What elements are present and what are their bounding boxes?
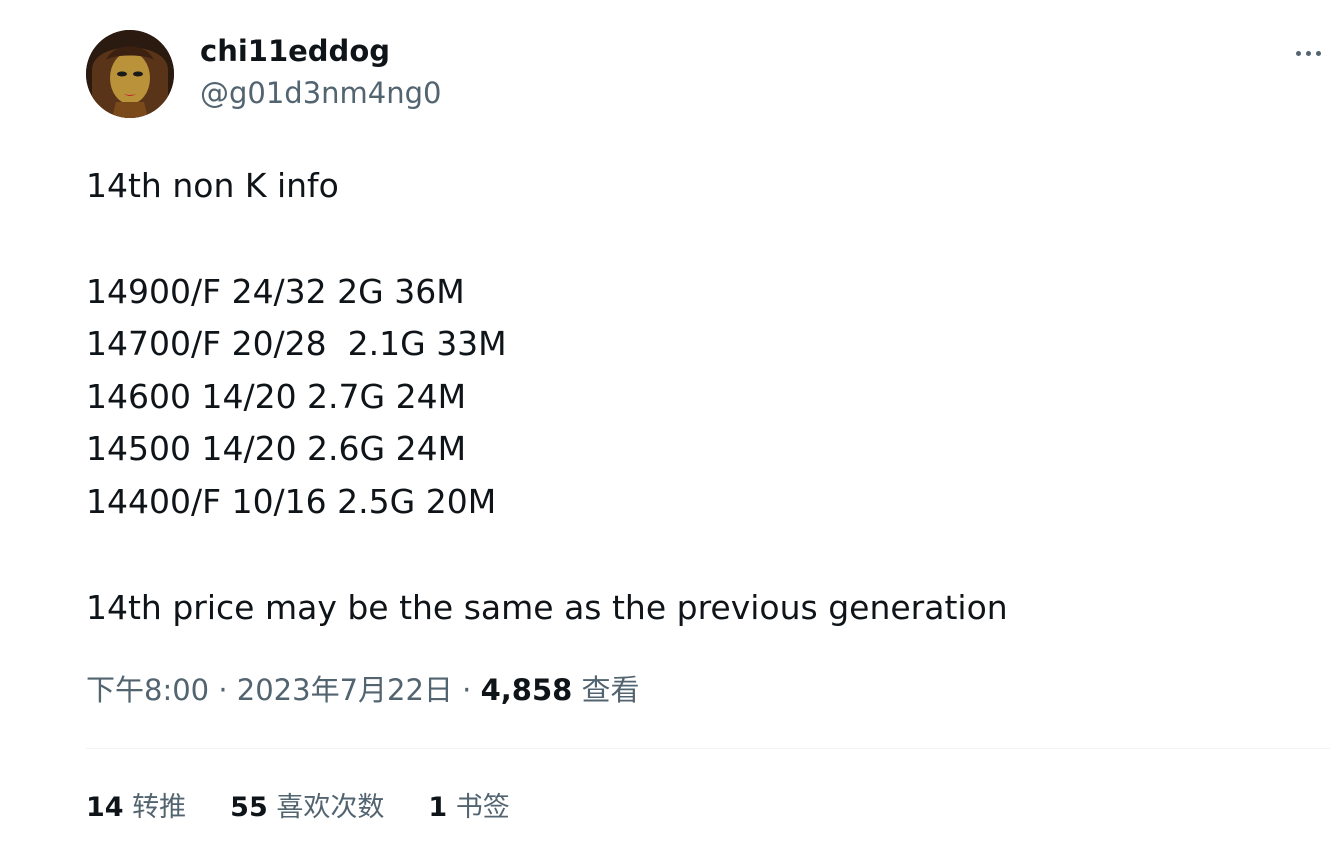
author-names: chi11eddog @g01d3nm4ng0: [200, 34, 442, 112]
retweets-stat[interactable]: 14 转推: [86, 786, 186, 830]
avatar[interactable]: [86, 30, 174, 118]
likes-stat[interactable]: 55 喜欢次数: [230, 786, 384, 830]
tweet-line: 14700/F 20/28 2.1G 33M: [86, 324, 507, 364]
tweet-line: 14900/F 24/32 2G 36M: [86, 271, 465, 311]
divider: [86, 748, 1330, 749]
retweets-count: 14: [86, 792, 124, 823]
more-dots-icon: [1295, 50, 1301, 56]
tweet-text: 14th non K info 14900/F 24/32 2G 36M 147…: [86, 160, 1266, 634]
likes-count: 55: [230, 792, 268, 823]
more-options-button[interactable]: [1286, 38, 1330, 68]
author-display-name[interactable]: chi11eddog: [200, 32, 442, 70]
bookmarks-count: 1: [428, 792, 448, 823]
retweets-label: 转推: [123, 792, 187, 823]
meta-separator: ·: [209, 673, 237, 707]
likes-label: 喜欢次数: [267, 792, 385, 823]
tweet-line: 14400/F 10/16 2.5G 20M: [86, 481, 497, 521]
avatar-portrait-icon: [86, 30, 174, 118]
bookmarks-stat[interactable]: 1 书签: [428, 786, 509, 830]
views-label: 查看: [572, 673, 640, 707]
tweet-header: chi11eddog @g01d3nm4ng0: [86, 30, 442, 118]
more-dots-icon: [1305, 50, 1311, 56]
tweet-stats: 14 转推 55 喜欢次数 1 书签: [86, 786, 554, 830]
tweet-line: 14th price may be the same as the previo…: [86, 587, 1008, 627]
author-handle[interactable]: @g01d3nm4ng0: [200, 74, 442, 112]
tweet-line: 14500 14/20 2.6G 24M: [86, 429, 467, 469]
tweet-meta: 下午8:00 · 2023年7月22日 · 4,858 查看: [86, 668, 640, 712]
bookmarks-label: 书签: [447, 792, 510, 823]
tweet-line: 14600 14/20 2.7G 24M: [86, 376, 467, 416]
tweet-time[interactable]: 下午8:00: [86, 673, 209, 707]
tweet-card: chi11eddog @g01d3nm4ng0 14th non K info …: [0, 0, 1344, 856]
more-dots-icon: [1315, 50, 1321, 56]
tweet-line: 14th non K info: [86, 166, 339, 205]
tweet-date[interactable]: 2023年7月22日: [237, 673, 453, 707]
views-count: 4,858: [480, 673, 573, 707]
meta-separator: ·: [452, 673, 481, 707]
